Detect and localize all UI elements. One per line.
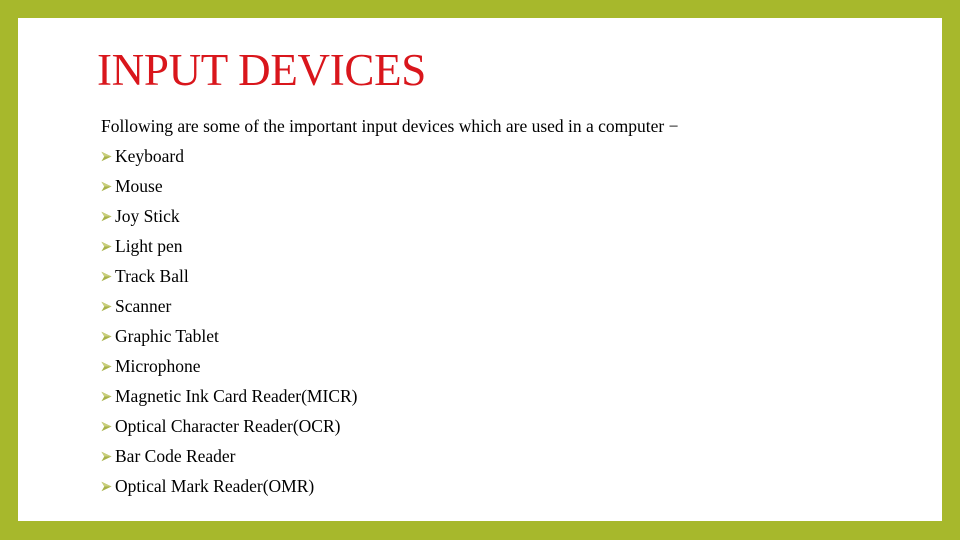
- list-item: Scanner: [101, 295, 358, 325]
- arrowhead-bullet-icon: [101, 415, 115, 437]
- slide-title: INPUT DEVICES: [97, 45, 427, 95]
- list-item: Magnetic Ink Card Reader(MICR): [101, 385, 358, 415]
- arrowhead-bullet-icon: [101, 325, 115, 347]
- list-item: Graphic Tablet: [101, 325, 358, 355]
- arrowhead-bullet-icon: [101, 475, 115, 497]
- list-item-label: Microphone: [115, 356, 201, 376]
- list-item-label: Track Ball: [115, 266, 189, 286]
- list-item-label: Joy Stick: [115, 206, 180, 226]
- arrowhead-bullet-icon: [101, 145, 115, 167]
- slide-canvas: INPUT DEVICES Following are some of the …: [18, 18, 942, 521]
- list-item-label: Bar Code Reader: [115, 446, 236, 466]
- arrowhead-bullet-icon: [101, 295, 115, 317]
- arrowhead-bullet-icon: [101, 385, 115, 407]
- list-item: Track Ball: [101, 265, 358, 295]
- list-item-label: Graphic Tablet: [115, 326, 219, 346]
- list-item-label: Scanner: [115, 296, 172, 316]
- list-item-label: Light pen: [115, 236, 183, 256]
- arrowhead-bullet-icon: [101, 175, 115, 197]
- list-item-label: Keyboard: [115, 146, 185, 166]
- input-devices-list: Keyboard Mouse Joy Stick Light pen Track…: [101, 145, 358, 505]
- arrowhead-bullet-icon: [101, 445, 115, 467]
- list-item: Light pen: [101, 235, 358, 265]
- list-item-label: Magnetic Ink Card Reader(MICR): [115, 386, 358, 406]
- list-item: Mouse: [101, 175, 358, 205]
- list-item: Optical Mark Reader(OMR): [101, 475, 358, 505]
- arrowhead-bullet-icon: [101, 265, 115, 287]
- arrowhead-bullet-icon: [101, 355, 115, 377]
- list-item: Optical Character Reader(OCR): [101, 415, 358, 445]
- list-item-label: Optical Mark Reader(OMR): [115, 476, 315, 496]
- list-item: Keyboard: [101, 145, 358, 175]
- list-item-label: Optical Character Reader(OCR): [115, 416, 341, 436]
- arrowhead-bullet-icon: [101, 235, 115, 257]
- list-item: Bar Code Reader: [101, 445, 358, 475]
- list-item-label: Mouse: [115, 176, 163, 196]
- list-item: Microphone: [101, 355, 358, 385]
- arrowhead-bullet-icon: [101, 205, 115, 227]
- intro-text: Following are some of the important inpu…: [101, 116, 679, 136]
- list-item: Joy Stick: [101, 205, 358, 235]
